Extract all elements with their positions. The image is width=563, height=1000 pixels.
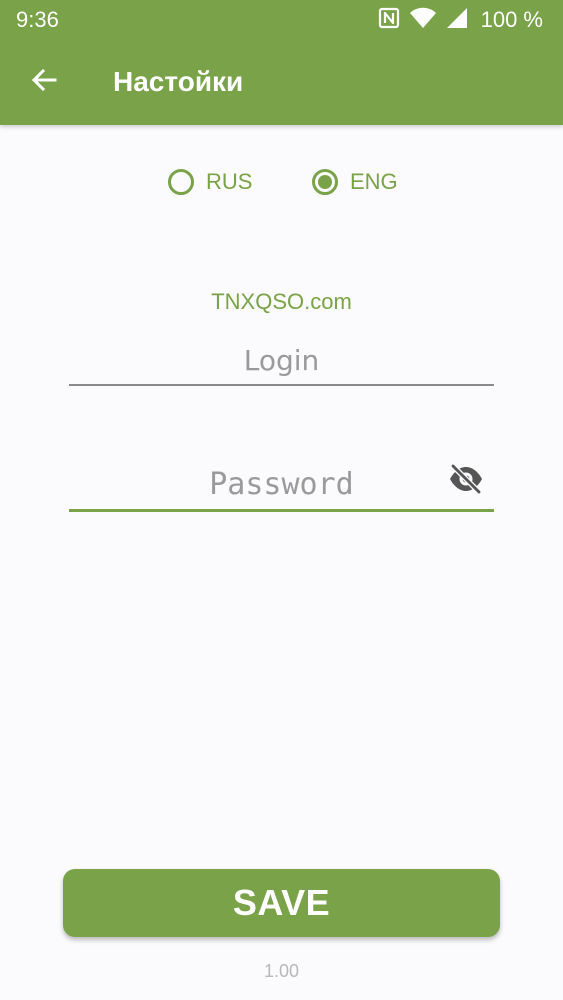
language-radio-group: RUS ENG xyxy=(0,164,563,200)
radio-eng-label: ENG xyxy=(350,169,398,194)
login-field-container xyxy=(69,336,494,386)
password-field-container xyxy=(69,459,494,512)
top-app-bar: 9:36 100 % Настойки xyxy=(0,0,563,125)
radio-rus-circle[interactable] xyxy=(168,169,194,195)
password-input[interactable] xyxy=(69,459,494,509)
version-label: 1.00 xyxy=(263,961,300,981)
save-button[interactable]: SAVE xyxy=(63,869,500,937)
battery-level: 100 % xyxy=(480,7,543,32)
status-time: 9:36 xyxy=(16,7,59,32)
login-input[interactable] xyxy=(69,336,494,384)
wifi-icon xyxy=(409,7,437,34)
password-visibility-toggle[interactable] xyxy=(446,461,486,501)
back-button[interactable] xyxy=(22,60,66,104)
status-bar: 9:36 100 % xyxy=(0,0,563,40)
radio-eng-selected-dot xyxy=(318,175,332,189)
eye-off-icon xyxy=(448,463,484,499)
radio-rus-label: RUS xyxy=(206,169,253,194)
radio-rus[interactable]: RUS xyxy=(168,164,252,200)
arrow-left-icon xyxy=(30,66,58,99)
radio-eng-circle[interactable] xyxy=(312,169,338,195)
nfc-icon xyxy=(378,7,400,34)
radio-eng[interactable]: ENG xyxy=(312,164,398,200)
page-title: Настойки xyxy=(113,66,244,97)
site-label: TNXQSO.com xyxy=(211,289,352,314)
signal-icon xyxy=(446,7,468,34)
status-icons: 100 % xyxy=(378,6,543,34)
